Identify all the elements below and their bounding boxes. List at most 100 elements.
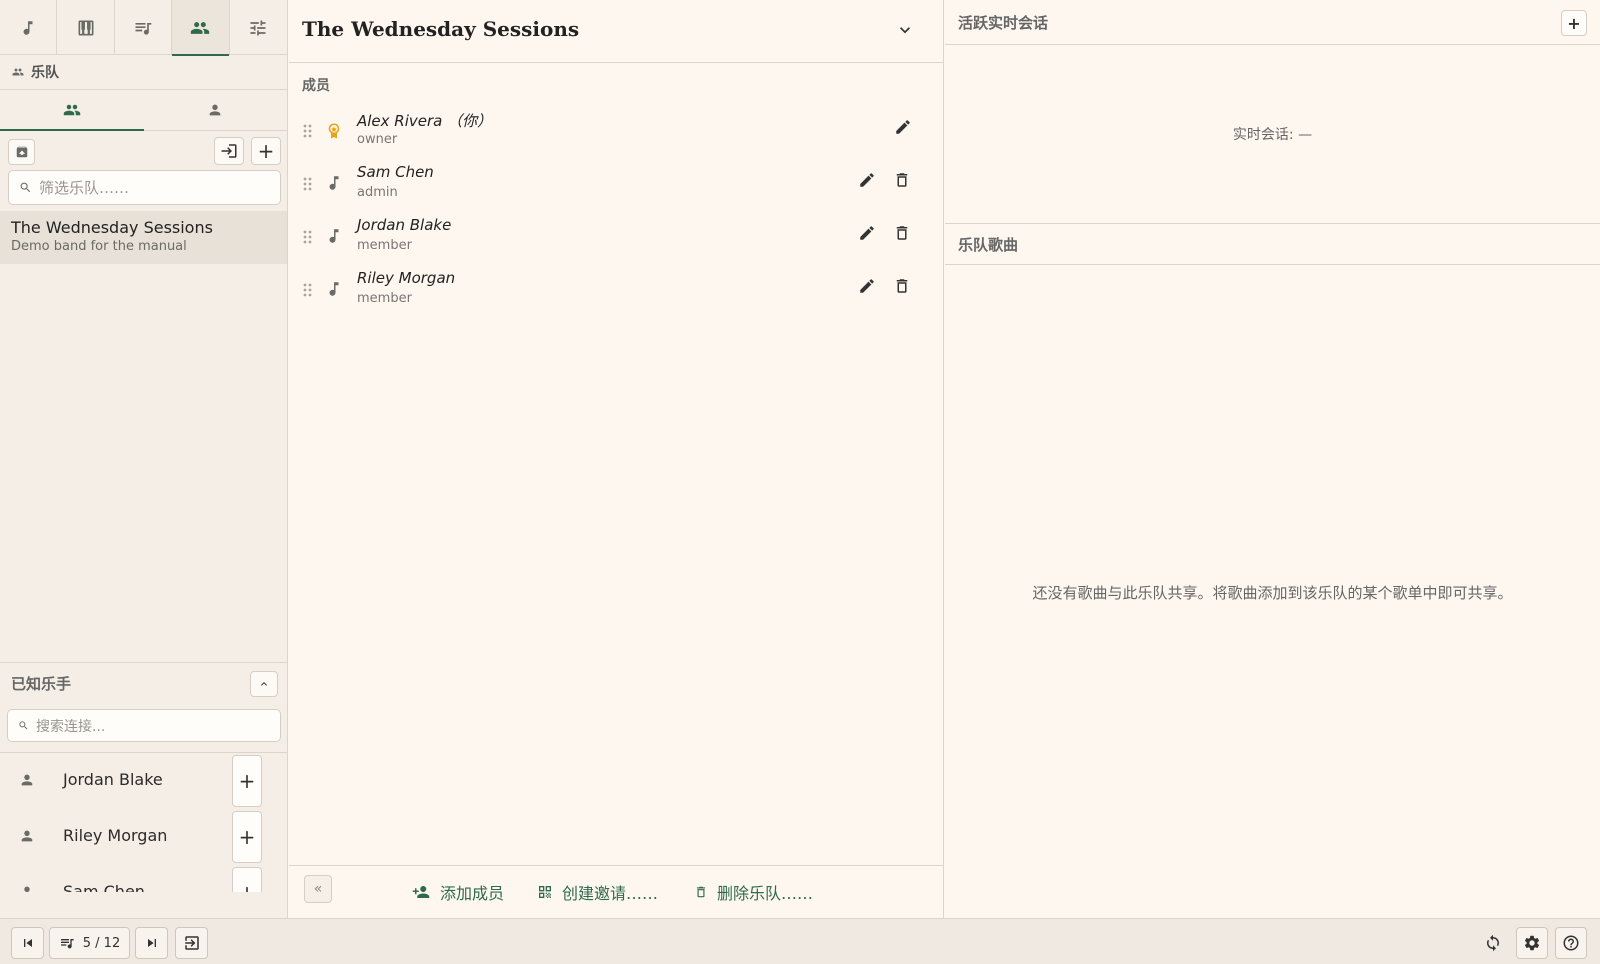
collapse-known-button[interactable] — [250, 671, 278, 697]
connection-search-placeholder: 搜索连接... — [36, 718, 106, 735]
tab-band-person[interactable] — [144, 90, 288, 130]
music-note-icon — [325, 279, 343, 299]
help-button[interactable] — [1555, 927, 1587, 959]
member-name: Jordan Blake — [357, 216, 452, 234]
plus-icon: + — [239, 881, 256, 892]
band-filter-placeholder: 筛选乐队…… — [39, 179, 130, 197]
join-band-button[interactable] — [214, 137, 244, 165]
search-icon — [19, 181, 32, 194]
piano-icon — [76, 18, 96, 38]
sync-icon — [1484, 934, 1502, 952]
tab-instrument[interactable] — [57, 0, 115, 55]
band-description: Demo band for the manual — [11, 239, 187, 254]
trash-icon[interactable] — [893, 277, 911, 295]
tab-band-groups[interactable] — [0, 90, 144, 131]
add-band-button[interactable]: + — [251, 137, 281, 165]
person-icon — [19, 772, 35, 788]
search-icon — [18, 720, 29, 731]
connection-search-input[interactable]: 搜索连接... — [7, 709, 281, 742]
plus-icon: + — [238, 825, 256, 849]
known-musician-row: Jordan Blake + — [0, 753, 287, 809]
edit-icon[interactable] — [858, 171, 876, 189]
drag-handle-icon[interactable] — [303, 124, 313, 138]
plus-icon: + — [238, 769, 256, 793]
band-detail-panel: The Wednesday Sessions 成员 Alex Rivera （你… — [289, 0, 944, 918]
exit-button[interactable] — [175, 927, 208, 959]
band-songs-header: 乐队歌曲 — [945, 224, 1600, 265]
tab-setlists[interactable] — [115, 0, 173, 55]
members-label: 成员 — [302, 78, 330, 94]
drag-handle-icon[interactable] — [303, 177, 313, 191]
delete-band-button[interactable]: 删除乐队…… — [694, 880, 813, 904]
songs-empty-message: 还没有歌曲与此乐队共享。将歌曲添加到该乐队的某个歌单中即可共享。 — [1032, 584, 1513, 602]
add-known-musician-button[interactable]: + — [232, 867, 262, 892]
page-indicator: 5 / 12 — [82, 935, 121, 951]
previous-button[interactable] — [11, 927, 44, 959]
owner-badge-icon — [325, 120, 343, 142]
member-row: Alex Rivera （你） owner — [289, 108, 943, 161]
known-musician-name: Riley Morgan — [63, 826, 168, 845]
add-member-label: 添加成员 — [440, 884, 505, 903]
bottom-toolbar: 5 / 12 — [0, 918, 1600, 964]
help-icon — [1562, 934, 1580, 952]
drag-handle-icon[interactable] — [303, 230, 313, 244]
playlist-icon — [59, 935, 75, 951]
band-filter-input[interactable]: 筛选乐队…… — [8, 170, 281, 205]
live-session-status: 实时会话: — — [1232, 127, 1313, 143]
sync-button[interactable] — [1477, 927, 1509, 959]
member-row: Sam Chen admin — [289, 161, 943, 214]
music-note-icon — [325, 173, 343, 193]
tab-songs[interactable] — [0, 0, 58, 55]
known-musicians-header: 已知乐手 — [0, 662, 287, 704]
known-musicians-title: 已知乐手 — [11, 675, 72, 693]
top-tab-bar — [0, 0, 287, 56]
person-add-icon — [411, 883, 431, 901]
add-known-musician-button[interactable]: + — [232, 811, 262, 863]
qr-code-icon — [537, 884, 553, 900]
member-role: member — [357, 291, 412, 306]
create-invite-label: 创建邀请…… — [562, 884, 659, 903]
chevron-down-icon[interactable] — [895, 20, 915, 40]
trash-icon[interactable] — [893, 171, 911, 189]
known-musician-row: Sam Chen + — [0, 865, 287, 892]
drag-handle-icon[interactable] — [303, 283, 313, 297]
section-title: 乐队 — [31, 65, 59, 81]
create-invite-button[interactable]: 创建邀请…… — [537, 880, 658, 904]
next-button[interactable] — [135, 927, 168, 959]
add-member-button[interactable]: 添加成员 — [411, 880, 504, 904]
member-name: Alex Rivera （你） — [357, 112, 493, 130]
known-musicians-list: Jordan Blake + Riley Morgan + Sam Chen + — [0, 752, 287, 892]
setlist-position-button[interactable]: 5 / 12 — [49, 927, 130, 959]
band-toolbar: + — [0, 131, 287, 169]
add-known-musician-button[interactable]: + — [232, 755, 262, 807]
logout-icon — [183, 934, 201, 952]
music-note-icon — [325, 226, 343, 246]
archive-button[interactable] — [8, 139, 35, 165]
band-list-item[interactable]: The Wednesday Sessions Demo band for the… — [0, 211, 287, 264]
double-chevron-left-icon: « — [313, 881, 323, 897]
edit-icon[interactable] — [858, 277, 876, 295]
known-musician-name: Sam Chen — [63, 882, 145, 892]
known-musician-name: Jordan Blake — [63, 770, 163, 789]
tune-icon — [248, 18, 268, 38]
person-icon — [19, 828, 35, 844]
member-row: Jordan Blake member — [289, 214, 943, 267]
band-title-bar[interactable]: The Wednesday Sessions — [289, 0, 943, 63]
settings-button[interactable] — [1516, 927, 1548, 959]
edit-icon[interactable] — [858, 224, 876, 242]
member-role: member — [357, 238, 412, 253]
trash-icon[interactable] — [893, 224, 911, 242]
add-live-session-button[interactable]: + — [1561, 10, 1587, 36]
member-row: Riley Morgan member — [289, 267, 943, 320]
tab-bands[interactable] — [172, 0, 230, 56]
section-header: 乐队 — [0, 55, 287, 90]
plus-icon: + — [1567, 13, 1581, 33]
band-title: The Wednesday Sessions — [302, 17, 580, 41]
groups-icon — [62, 101, 82, 119]
edit-icon[interactable] — [894, 118, 912, 136]
sidebar: 乐队 + 筛选乐队…… The Wednesday Sessions Demo … — [0, 0, 288, 918]
collapse-panel-button[interactable]: « — [304, 875, 332, 903]
plus-icon: + — [257, 139, 275, 163]
tab-settings[interactable] — [230, 0, 287, 55]
member-role: admin — [357, 185, 398, 200]
